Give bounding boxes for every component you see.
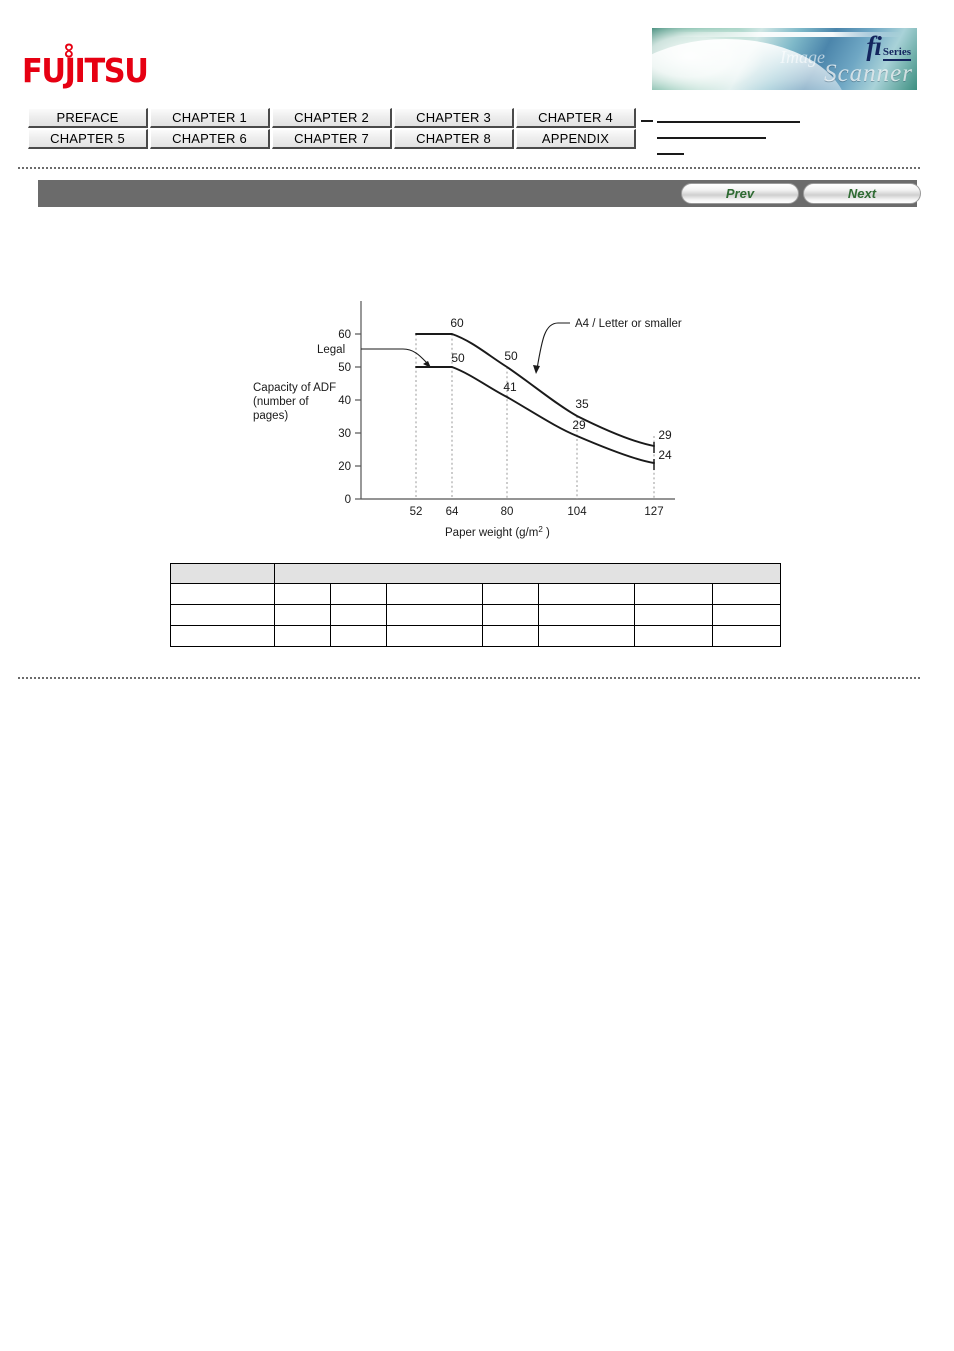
nav-button-chapter-1[interactable]: CHAPTER 1 [150,108,270,128]
fujitsu-logo: ∞ FUJITSU [22,40,149,88]
placeholder-rule-1 [657,121,800,123]
svg-text:104: 104 [567,506,587,518]
table-cell [712,604,781,626]
specification-table [170,563,781,647]
svg-text:35: 35 [575,397,589,411]
svg-text:50: 50 [338,362,351,374]
table-cell [170,604,275,626]
chapter-navigation: PREFACE CHAPTER 1 CHAPTER 2 CHAPTER 3 CH… [28,108,638,149]
nav-button-chapter-5[interactable]: CHAPTER 5 [28,129,148,149]
svg-text:Paper weight (g/m2 ): Paper weight (g/m2 ) [445,525,550,540]
prev-page-button[interactable]: Prev [681,183,799,204]
table-cell [386,604,483,626]
a4-annotation-label: A4 / Letter or smaller [575,318,682,330]
table-row [170,604,781,626]
table-row [170,583,781,605]
separator-bottom [18,677,920,679]
svg-text:24: 24 [658,448,672,462]
next-page-button[interactable]: Next [803,183,921,204]
a4-annotation-leader [533,322,570,374]
nav-button-chapter-3[interactable]: CHAPTER 3 [394,108,514,128]
table-cell [170,625,275,647]
table-row [170,625,781,647]
svg-text:41: 41 [503,380,517,394]
svg-text:(number of: (number of [253,396,309,408]
nav-button-chapter-6[interactable]: CHAPTER 6 [150,129,270,149]
svg-text:50: 50 [451,351,465,365]
table-cell [386,625,483,647]
svg-text:80: 80 [501,506,514,518]
nav-button-preface[interactable]: PREFACE [28,108,148,128]
svg-text:60: 60 [338,329,351,341]
table-cell [538,604,635,626]
table-cell [538,583,635,605]
table-cell [482,583,539,605]
table-cell [634,625,713,647]
banner-fi-text: fi [866,31,881,61]
legal-annotation-label: Legal [317,344,345,356]
table-cell [330,604,387,626]
fi-series-banner: Image Scanner fi Series [652,28,917,90]
svg-text:40: 40 [338,395,351,407]
nav-button-appendix[interactable]: APPENDIX [516,129,636,149]
svg-text:30: 30 [338,428,351,440]
table-header-cell-label [170,563,275,584]
nav-button-chapter-2[interactable]: CHAPTER 2 [272,108,392,128]
table-cell [330,625,387,647]
svg-text:29: 29 [658,428,672,442]
page-navigation-bar: Prev Next [38,180,921,207]
chapter-nav-row-1: PREFACE CHAPTER 1 CHAPTER 2 CHAPTER 3 CH… [28,108,638,128]
chart-x-axis-title: Paper weight (g/m2 ) [445,525,550,540]
svg-text:50: 50 [504,349,518,363]
chart-y-ticks [355,333,361,500]
svg-text:64: 64 [446,506,459,518]
table-cell [712,583,781,605]
table-cell [274,604,331,626]
separator-top [18,167,920,169]
table-cell [712,625,781,647]
chart-y-axis-title: Capacity of ADF (number of pages) [253,382,336,422]
table-cell [386,583,483,605]
banner-script-image: Image [780,47,825,67]
chart-x-tick-labels: 52 64 80 104 127 [410,506,664,518]
table-cell [482,604,539,626]
adf-capacity-chart: Legal A4 / Letter or smaller 0 20 30 40 … [245,295,695,540]
svg-text:29: 29 [572,418,586,432]
chart-point-labels: 60 50 35 29 50 41 29 24 [450,316,672,462]
svg-text:52: 52 [410,506,423,518]
svg-text:127: 127 [644,506,663,518]
table-cell [482,625,539,647]
svg-text:pages): pages) [253,410,288,422]
banner-fi-series-mark: fi Series [866,31,911,61]
nav-connector-dash [641,120,653,122]
svg-text:Capacity of ADF: Capacity of ADF [253,382,336,394]
table-header-cell-values [274,563,781,584]
svg-text:0: 0 [345,494,351,506]
chapter-nav-row-2: CHAPTER 5 CHAPTER 6 CHAPTER 7 CHAPTER 8 … [28,129,638,149]
chart-axes [360,301,675,500]
placeholder-rule-3 [657,153,684,155]
svg-text:60: 60 [450,316,464,330]
table-cell [330,583,387,605]
nav-button-chapter-4[interactable]: CHAPTER 4 [516,108,636,128]
nav-button-chapter-8[interactable]: CHAPTER 8 [394,129,514,149]
table-cell [274,583,331,605]
banner-series-text: Series [882,46,911,61]
banner-script-scanner: Scanner [824,60,913,87]
legal-annotation-leader [361,348,431,368]
table-cell [634,604,713,626]
nav-button-chapter-7[interactable]: CHAPTER 7 [272,129,392,149]
table-cell [634,583,713,605]
table-cell [538,625,635,647]
svg-text:20: 20 [338,461,351,473]
placeholder-rule-2 [657,137,766,139]
table-cell [170,583,275,605]
table-cell [274,625,331,647]
fujitsu-wordmark: FUJITSU [22,51,149,90]
table-header-row [170,563,781,584]
